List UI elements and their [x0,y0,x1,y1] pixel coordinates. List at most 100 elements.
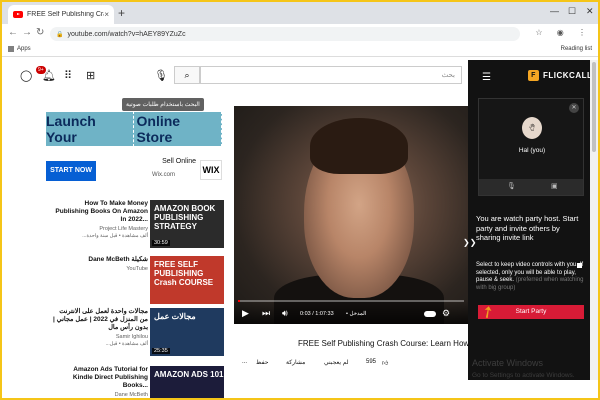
close-tab-icon[interactable]: × [104,10,109,19]
new-tab-button[interactable]: + [118,6,125,20]
ad-headline: Sell Online [162,158,196,165]
reading-list-button[interactable]: Reading list [561,46,592,52]
progress-fill [238,300,241,302]
bookmarks-bar: Apps Reading list [2,43,598,57]
apps-label: Apps [17,46,31,52]
volume-icon[interactable]: 🔊︎ [282,308,288,319]
camera-toggle-icon[interactable]: ▣ [551,182,558,190]
thumbnail-text: مجالات عمل [154,312,196,321]
time-display: 0:03 / 1:07:33 [300,311,334,317]
recommendation-channel[interactable]: YouTube [52,266,148,272]
extension-icons[interactable]: ☆ ◉ ⋮ [535,28,592,37]
share-button[interactable]: مشاركة [286,359,305,366]
progress-bar[interactable] [238,300,464,302]
recommendation-item[interactable]: How To Make Money Publishing Books On Am… [52,200,224,250]
ad-start-now-button[interactable]: START NOW [46,161,96,181]
apps-grid-icon[interactable]: ⠿ [64,69,72,82]
play-icon[interactable]: ▶ [242,308,249,319]
ad-banner[interactable]: Launch Your Online Store [46,111,222,147]
reload-icon[interactable]: ↻ [36,27,44,38]
tab-youtube[interactable]: FREE Self Publishing Crash Cours × [8,5,114,24]
back-icon[interactable]: ← [8,27,18,38]
settings-gear-icon[interactable]: ⚙ [442,308,450,319]
mic-toggle-icon[interactable]: 🎙︎ [507,182,516,190]
microphone-icon[interactable]: 🎙︎ [154,69,168,82]
apps-bookmark[interactable]: Apps [8,46,31,52]
ad-domain: Wix.com [152,172,175,178]
notification-badge: 9+ [36,66,46,74]
video-title: FREE Self Publishing Crash Course: Learn… [298,339,468,348]
search-button[interactable]: ⌕ [174,66,200,84]
video-control-option[interactable]: Select to keep video controls with you. … [476,262,586,292]
thumbnail-text: FREE SELF PUBLISHING Crash COURSE [154,260,214,287]
flickcall-brand: FLICKCALL [543,71,593,80]
recommendation-item[interactable]: Dane McBeth شكيلة YouTube FREE SELF PUBLIS… [52,256,224,306]
recommendation-title[interactable]: How To Make Money Publishing Books On Am… [52,200,148,224]
maximize-icon[interactable]: ☐ [568,6,576,17]
url-field[interactable]: 🔒 youtube.com/watch?v=hAEY89YZuZc [50,27,520,41]
flickcall-logo: F FLICKCALL [528,70,592,81]
like-flickcall-prompt[interactable]: Like Flickcall? [512,384,552,391]
thumbnail-text: AMAZON ADS 101 [154,370,224,379]
participant-avatar: 🖐︎ [522,117,542,139]
ad-banner-highlight: Online Store [132,111,222,147]
host-message: You are watch party host. Start party an… [476,214,579,242]
autoplay-toggle[interactable] [424,311,436,317]
recommendation-item[interactable]: Amazon Ads Tutorial for Kindle Direct Pu… [52,366,224,398]
avatar-icon[interactable]: ◯ [20,69,32,82]
participant-controls: 🎙︎ ▣ [479,179,583,195]
recommendation-channel[interactable]: Dane McBeth [52,392,148,398]
save-button[interactable]: حفظ [256,359,268,366]
youtube-header: ◯ 🔔︎ 9+ ⠿ ⊞ 🎙︎ ⌕ بحث [2,58,468,92]
forward-icon[interactable]: → [22,27,32,38]
recommendation-item[interactable]: مجالات واحدة لعمل على الانترنت من المنزل… [52,308,224,358]
recommendation-thumbnail[interactable]: FREE SELF PUBLISHING Crash COURSE [150,256,224,304]
recommendation-thumbnail[interactable]: AMAZON ADS 101 [150,366,224,398]
recommendation-meta: Dane McBeth شكيلة YouTube [52,256,148,273]
duration-badge: 25:35 [152,348,170,354]
recommendation-meta: How To Make Money Publishing Books On Am… [52,200,148,239]
participant-name: Hal (you) [518,147,546,154]
recommendation-views: ...ألف مشاهدة • قبل سنة واحدة [82,233,148,239]
recommendation-views: ...ألف مشاهدة • قبل [105,341,148,347]
chapter-label[interactable]: • المدخل [346,311,366,317]
scrollbar-thumb[interactable] [592,62,596,152]
like-icon[interactable]: 👍︎ [382,359,388,367]
thumbnail-text: AMAZON BOOK PUBLISHING STRATEGY [154,204,216,231]
video-control-checkbox[interactable] [577,263,582,268]
video-player[interactable]: ▶ ⏭ 🔊︎ 0:03 / 1:07:33 • المدخل ⚙ [234,106,468,324]
dislike-button[interactable]: لم يعجبني [324,359,349,366]
recommendation-meta: Amazon Ads Tutorial for Kindle Direct Pu… [52,366,148,398]
tab-bar: FREE Self Publishing Crash Cours × + — ☐… [2,2,598,24]
recommendation-thumbnail[interactable]: AMAZON BOOK PUBLISHING STRATEGY 30:59 [150,200,224,248]
expand-panel-icon[interactable]: ❯❯ [463,238,476,247]
next-icon[interactable]: ⏭ [262,308,270,319]
youtube-favicon-icon [13,11,23,18]
create-video-icon[interactable]: ⊞ [86,69,95,82]
mic-muted-icon: ✕ [569,103,579,113]
search-input[interactable]: بحث [200,66,462,84]
participant-tile: ✕ 🖐︎ Hal (you) 🎙︎ ▣ [478,98,584,196]
page-scrollbar[interactable] [590,60,598,380]
apps-grid-icon [8,46,14,52]
recommendation-title[interactable]: Dane McBeth شكيلة [52,256,148,264]
voice-search-tooltip: البحث باستخدام طلبات صوتية [122,98,204,111]
recommendation-title[interactable]: Amazon Ads Tutorial for Kindle Direct Pu… [52,366,148,390]
recommendation-thumbnail[interactable]: مجالات عمل 25:35 [150,308,224,356]
recommendation-title[interactable]: مجالات واحدة لعمل على الانترنت من المنزل… [52,308,148,332]
more-actions-button[interactable]: ... [242,359,247,365]
browser-window: FREE Self Publishing Crash Cours × + — ☐… [2,2,598,398]
close-window-icon[interactable]: ✕ [586,6,594,17]
like-count[interactable]: 595 [366,359,376,365]
flickcall-mark-icon: F [528,70,539,81]
minimize-icon[interactable]: — [550,6,559,16]
hamburger-icon[interactable]: ☰ [482,72,491,83]
activate-windows-title: Activate Windows [472,358,544,368]
recommendation-meta: مجالات واحدة لعمل على الانترنت من المنزل… [52,308,148,347]
wix-logo: WIX [200,160,222,180]
video-actions: ... حفظ مشاركة لم يعجبني 595 👍︎ [242,359,468,371]
ad-banner-text: Launch Your [46,113,96,145]
url-text: youtube.com/watch?v=hAEY89YZuZc [67,30,186,38]
recommendation-channel[interactable]: Samir Ighilou [52,334,148,340]
recommendation-channel[interactable]: Project Life Mastery [52,226,148,232]
